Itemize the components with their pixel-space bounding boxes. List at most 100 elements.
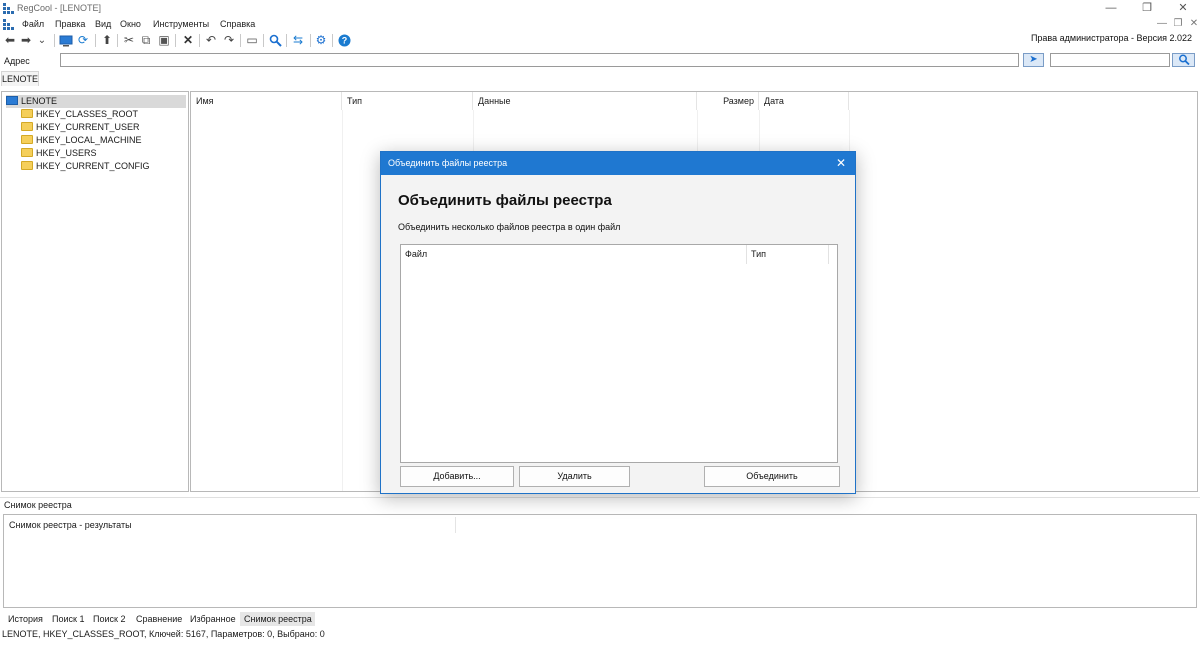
snapshot-panel-title: Снимок реестра: [4, 500, 72, 510]
maximize-button[interactable]: ❐: [1132, 1, 1162, 15]
mdi-close-button[interactable]: ✕: [1186, 17, 1200, 31]
column-data[interactable]: Данные: [473, 92, 697, 110]
close-icon[interactable]: ✕: [833, 155, 849, 171]
menu-tools[interactable]: Инструменты: [153, 19, 209, 29]
child-window-icon[interactable]: [3, 19, 14, 30]
tab-search-1[interactable]: Поиск 1: [48, 612, 88, 626]
computer-icon: [6, 96, 18, 105]
tab-search-2[interactable]: Поиск 2: [89, 612, 129, 626]
column-name[interactable]: Имя: [191, 92, 342, 110]
column-type[interactable]: Тип: [342, 92, 473, 110]
forward-arrow-icon[interactable]: ➡: [18, 33, 34, 48]
delete-icon[interactable]: ✕: [180, 33, 196, 48]
dialog-heading: Объединить файлы реестра: [398, 192, 612, 209]
registry-tree[interactable]: LENOTE HKEY_CLASSES_ROOT HKEY_CURRENT_US…: [1, 91, 189, 492]
tree-item-hkcc[interactable]: HKEY_CURRENT_CONFIG: [21, 160, 150, 173]
tree-item-label: HKEY_USERS: [36, 148, 97, 158]
svg-text:?: ?: [341, 36, 347, 46]
tree-root[interactable]: LENOTE: [6, 95, 186, 108]
search-input[interactable]: [1050, 53, 1170, 67]
settings-icon[interactable]: ⚙: [313, 33, 329, 48]
tree-item-label: HKEY_CLASSES_ROOT: [36, 109, 139, 119]
toolbar-separator: [175, 34, 176, 47]
tree-item-hku[interactable]: HKEY_USERS: [21, 147, 97, 160]
copy-icon[interactable]: ⧉: [138, 33, 154, 48]
title-bar: [0, 0, 1200, 17]
toolbar-separator: [310, 34, 311, 47]
refresh-icon[interactable]: ⟳: [75, 33, 91, 48]
tree-item-label: HKEY_LOCAL_MACHINE: [36, 135, 142, 145]
toolbar-separator: [332, 34, 333, 47]
folder-icon: [21, 135, 33, 144]
menu-edit[interactable]: Правка: [55, 19, 85, 29]
find-icon[interactable]: [267, 33, 283, 48]
snapshot-results-panel[interactable]: Снимок реестра - результаты: [3, 514, 1197, 608]
close-window-button[interactable]: ✕: [1168, 1, 1198, 15]
add-button[interactable]: Добавить...: [400, 466, 514, 487]
tab-registry-snapshot[interactable]: Снимок реестра: [240, 612, 315, 626]
file-list[interactable]: Файл Тип: [400, 244, 838, 463]
cut-icon[interactable]: ✂: [121, 33, 137, 48]
tab-history[interactable]: История: [4, 612, 47, 626]
column-file[interactable]: Файл: [401, 245, 747, 264]
computer-icon[interactable]: [58, 33, 74, 48]
menu-file[interactable]: Файл: [22, 19, 44, 29]
folder-icon: [21, 109, 33, 118]
toolbar-separator: [95, 34, 96, 47]
folder-icon: [21, 161, 33, 170]
regcool-logo-icon: [3, 3, 14, 14]
tree-item-label: HKEY_CURRENT_CONFIG: [36, 161, 150, 171]
minimize-button[interactable]: —: [1096, 1, 1126, 15]
tab-favorites[interactable]: Избранное: [186, 612, 240, 626]
merge-button[interactable]: Объединить: [704, 466, 840, 487]
column-file-type[interactable]: Тип: [747, 245, 829, 264]
tree-item-hklm[interactable]: HKEY_LOCAL_MACHINE: [21, 134, 142, 147]
redo-icon[interactable]: ↷: [221, 33, 237, 48]
column-divider: [455, 517, 456, 533]
window-title: RegCool - [LENOTE]: [17, 3, 102, 13]
menu-help[interactable]: Справка: [220, 19, 255, 29]
compare-icon[interactable]: ⇆: [290, 33, 306, 48]
toolbar-separator: [199, 34, 200, 47]
toolbar-separator: [286, 34, 287, 47]
address-label: Адрес: [4, 56, 30, 66]
mdi-restore-button[interactable]: ❐: [1170, 17, 1186, 31]
tree-item-hkcu[interactable]: HKEY_CURRENT_USER: [21, 121, 140, 134]
tree-item-hkcr[interactable]: HKEY_CLASSES_ROOT: [21, 108, 138, 121]
menu-window[interactable]: Окно: [120, 19, 141, 29]
column-date[interactable]: Дата: [759, 92, 849, 110]
merge-registry-dialog: Объединить файлы реестра ✕ Объединить фа…: [380, 151, 856, 494]
dialog-title: Объединить файлы реестра: [388, 158, 508, 168]
toolbar-separator: [240, 34, 241, 47]
search-button[interactable]: [1172, 53, 1195, 67]
column-divider: [342, 110, 343, 491]
panel-splitter[interactable]: [0, 497, 1200, 498]
dropdown-icon[interactable]: ⌄: [34, 33, 50, 48]
computer-tab[interactable]: LENOTE: [1, 71, 39, 86]
undo-icon[interactable]: ↶: [203, 33, 219, 48]
tab-compare[interactable]: Сравнение: [132, 612, 186, 626]
status-bar-text: LENOTE, HKEY_CLASSES_ROOT, Ключей: 5167,…: [2, 629, 325, 639]
remove-button[interactable]: Удалить: [519, 466, 630, 487]
search-icon: [1178, 54, 1190, 66]
folder-icon: [21, 122, 33, 131]
address-input[interactable]: [60, 53, 1019, 67]
toolbar-separator: [117, 34, 118, 47]
toolbar-separator: [54, 34, 55, 47]
navigate-arrow-icon[interactable]: ➤: [1023, 53, 1044, 67]
new-key-icon[interactable]: ▭: [244, 33, 260, 48]
tree-item-label: HKEY_CURRENT_USER: [36, 122, 140, 132]
menu-view[interactable]: Вид: [95, 19, 111, 29]
up-arrow-icon[interactable]: ⬆: [99, 33, 115, 48]
paste-icon[interactable]: ▣: [156, 33, 172, 48]
tree-root-label: LENOTE: [21, 96, 58, 106]
folder-icon: [21, 148, 33, 157]
toolbar-separator: [263, 34, 264, 47]
back-arrow-icon[interactable]: ⬅: [2, 33, 18, 48]
dialog-title-bar[interactable]: Объединить файлы реестра ✕: [381, 152, 855, 175]
mdi-minimize-button[interactable]: —: [1154, 17, 1170, 31]
admin-version-label: Права администратора - Версия 2.022: [1030, 33, 1192, 43]
column-size[interactable]: Размер: [697, 92, 759, 110]
dialog-description: Объединить несколько файлов реестра в од…: [398, 222, 621, 232]
help-icon[interactable]: ?: [336, 33, 352, 48]
